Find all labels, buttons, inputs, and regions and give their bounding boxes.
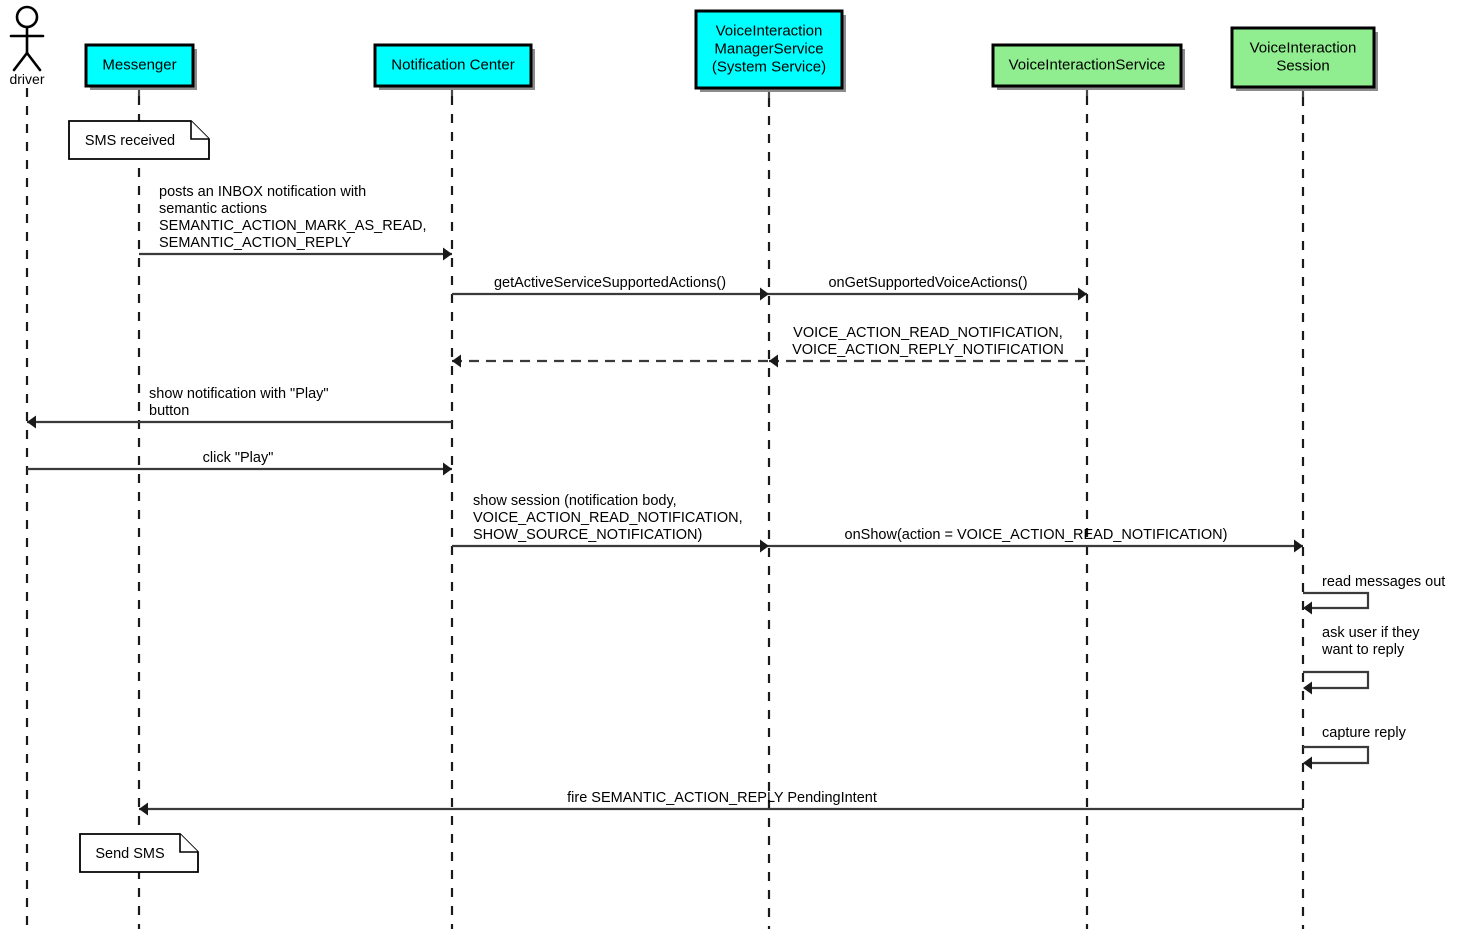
msg-post-inbox-notification: posts an INBOX notification withsemantic…	[139, 184, 452, 261]
participant-boxes-layer: Messenger Notification Center VoiceInterac…	[84, 9, 1378, 92]
msg-show-session: show session (notification body,VOICE_AC…	[452, 493, 769, 553]
actor-leg-right-icon	[25, 51, 42, 72]
message-arrowhead	[452, 354, 461, 368]
participant-box-messenger[interactable]: Messenger	[84, 43, 197, 90]
driver-actor-label: driver	[9, 71, 44, 87]
participant-box-notification-center[interactable]: Notification Center	[373, 43, 535, 90]
participant-label-voice-interaction-manager-service: VoiceInteraction	[716, 22, 823, 39]
msg-on-show: onShow(action = VOICE_ACTION_READ_NOTIFI…	[769, 527, 1303, 553]
message-label: SEMANTIC_ACTION_MARK_AS_READ,	[159, 218, 427, 234]
message-label: button	[149, 403, 189, 419]
msg-get-active-service-supported-actions: getActiveServiceSupportedActions()	[452, 275, 769, 301]
participant-label-voice-interaction-manager-service: (System Service)	[712, 58, 826, 75]
participant-box-voice-interaction-manager-service[interactable]: VoiceInteractionManagerService(System Se…	[694, 9, 846, 92]
message-arrowhead	[443, 462, 452, 476]
participant-box-voice-interaction-session[interactable]: VoiceInteractionSession	[1230, 26, 1378, 91]
sequence-diagram: Messenger Notification Center VoiceInterac…	[0, 0, 1457, 929]
self-call-arrowhead	[1303, 681, 1312, 695]
message-arrowhead	[769, 354, 778, 368]
message-label: fire SEMANTIC_ACTION_REPLY PendingIntent	[567, 790, 877, 806]
message-label: click "Play"	[203, 450, 274, 466]
messages-layer: posts an INBOX notification withsemantic…	[27, 184, 1303, 816]
message-arrowhead	[760, 539, 769, 553]
message-label: show session (notification body,	[473, 493, 677, 509]
participant-label-voice-interaction-session: VoiceInteraction	[1250, 39, 1357, 56]
self-call-path	[1303, 591, 1370, 610]
message-arrowhead	[139, 802, 148, 816]
note-label: Send SMS	[95, 846, 164, 862]
message-label: VOICE_ACTION_REPLY_NOTIFICATION	[792, 342, 1064, 358]
message-arrowhead	[760, 287, 769, 301]
msg-fire-semantic-action-reply-pending-intent: fire SEMANTIC_ACTION_REPLY PendingIntent	[139, 790, 1303, 816]
message-label: VOICE_ACTION_READ_NOTIFICATION,	[793, 325, 1063, 341]
note-sms-received: SMS received	[68, 120, 210, 160]
msg-return-voice-actions-to-vims: VOICE_ACTION_READ_NOTIFICATION,VOICE_ACT…	[769, 325, 1087, 368]
self-call-path	[1303, 745, 1370, 765]
msg-on-get-supported-voice-actions: onGetSupportedVoiceActions()	[769, 275, 1087, 301]
participant-label-notification-center: Notification Center	[391, 56, 514, 73]
participant-box-voice-interaction-service[interactable]: VoiceInteractionService	[991, 43, 1185, 90]
self-call-arrowhead	[1303, 756, 1312, 770]
actor-leg-left-icon	[12, 51, 29, 72]
self-call-arrowhead	[1303, 601, 1312, 615]
message-label: onGetSupportedVoiceActions()	[828, 275, 1027, 291]
selfcall-read-messages-out: read messages out	[1303, 574, 1445, 615]
msg-show-notification-with-play-button: show notification with "Play"button	[27, 386, 452, 429]
self-call-label: read messages out	[1322, 574, 1445, 590]
sequence-diagram-canvas: Messenger Notification Center VoiceInterac…	[9, 5, 1445, 929]
message-label: posts an INBOX notification with	[159, 184, 366, 200]
self-call-label: want to reply	[1321, 642, 1405, 658]
message-label: onShow(action = VOICE_ACTION_READ_NOTIFI…	[845, 527, 1228, 543]
selfcall-ask-user-if-they-want-to-reply: ask user if theywant to reply	[1303, 625, 1420, 695]
msg-click-play: click "Play"	[27, 450, 452, 476]
self-call-label: ask user if they	[1322, 625, 1420, 641]
self-call-label: capture reply	[1322, 725, 1407, 741]
participant-label-voice-interaction-manager-service: ManagerService	[714, 40, 823, 57]
msg-return-voice-actions-to-notification-center	[452, 354, 769, 368]
participant-label-voice-interaction-session: Session	[1276, 57, 1329, 74]
message-label: VOICE_ACTION_READ_NOTIFICATION,	[473, 510, 743, 526]
message-label: semantic actions	[159, 201, 267, 217]
selfcall-capture-reply: capture reply	[1303, 725, 1407, 770]
actor-head-icon	[15, 5, 39, 29]
self-call-path	[1303, 670, 1370, 690]
message-label: show notification with "Play"	[149, 386, 329, 402]
driver-actor: driver	[9, 5, 45, 87]
note-label: SMS received	[85, 133, 175, 149]
note-send-sms: Send SMS	[79, 833, 199, 873]
message-label: SHOW_SOURCE_NOTIFICATION)	[473, 527, 702, 543]
participant-label-messenger: Messenger	[102, 56, 176, 73]
actor-layer: driver	[9, 5, 45, 87]
message-label: getActiveServiceSupportedActions()	[494, 275, 726, 291]
note-fold-corner	[190, 121, 209, 140]
message-arrowhead	[1294, 539, 1303, 553]
message-arrowhead	[443, 247, 452, 261]
message-label: SEMANTIC_ACTION_REPLY	[159, 235, 352, 251]
participant-label-voice-interaction-service: VoiceInteractionService	[1009, 56, 1166, 73]
message-arrowhead	[27, 415, 36, 429]
self-calls-layer: read messages out ask user if theywant to…	[1303, 574, 1445, 770]
message-arrowhead	[1078, 287, 1087, 301]
